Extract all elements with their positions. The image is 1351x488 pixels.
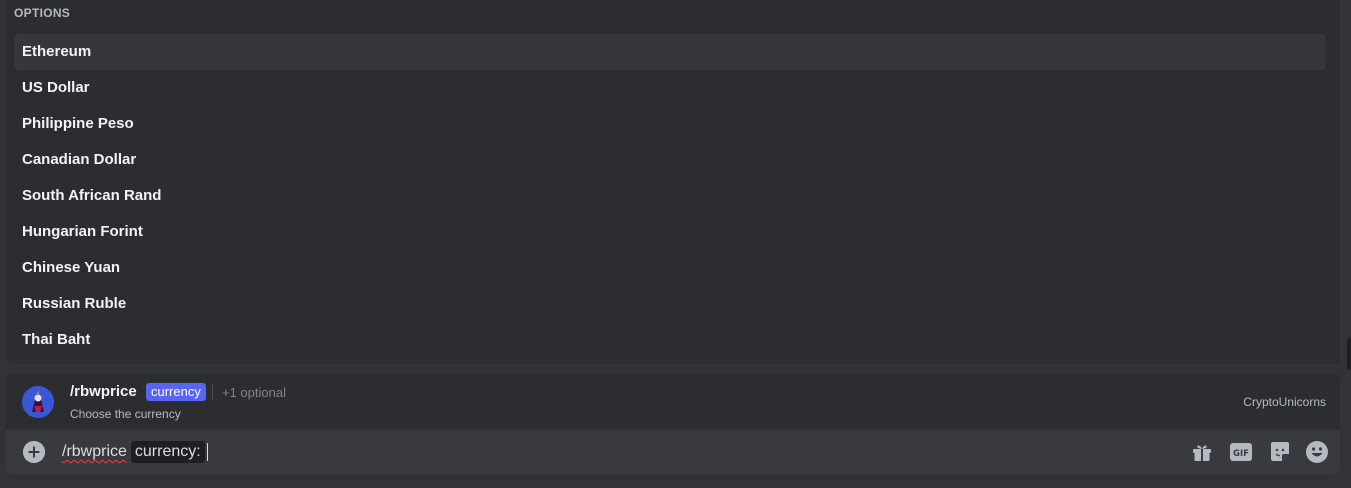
gift-icon[interactable] — [1190, 440, 1214, 464]
message-input[interactable]: /rbwprice currency: — [62, 441, 208, 463]
text-caret — [206, 442, 208, 461]
divider — [212, 384, 213, 400]
input-option-chip[interactable]: currency: — [130, 441, 205, 463]
chat-input[interactable]: /rbwprice currency: GIF — [6, 430, 1340, 474]
option-item-thai-baht[interactable]: Thai Baht — [14, 322, 1326, 358]
svg-text:GIF: GIF — [1233, 449, 1249, 459]
scrollbar-thumb[interactable] — [1347, 338, 1351, 370]
optional-count: +1 optional — [222, 385, 286, 400]
options-header: OPTIONS — [14, 6, 71, 20]
option-item-south-african-rand[interactable]: South African Rand — [14, 178, 1326, 214]
option-item-hungarian-forint[interactable]: Hungarian Forint — [14, 214, 1326, 250]
option-list: Ethereum US Dollar Philippine Peso Canad… — [14, 34, 1326, 358]
gif-icon[interactable]: GIF — [1229, 440, 1253, 464]
command-name: /rbwprice — [70, 383, 137, 400]
options-panel: OPTIONS Ethereum US Dollar Philippine Pe… — [6, 0, 1340, 364]
option-item-philippine-peso[interactable]: Philippine Peso — [14, 106, 1326, 142]
option-item-us-dollar[interactable]: US Dollar — [14, 70, 1326, 106]
emoji-icon[interactable] — [1305, 440, 1329, 464]
plus-circle-icon[interactable] — [23, 441, 45, 463]
command-suggestion[interactable]: /rbwprice currency +1 optional Choose th… — [6, 374, 1340, 430]
input-command-text: /rbwprice — [62, 443, 127, 460]
app-avatar — [22, 386, 54, 418]
sticker-icon[interactable] — [1268, 440, 1292, 464]
option-item-chinese-yuan[interactable]: Chinese Yuan — [14, 250, 1326, 286]
command-description: Choose the currency — [70, 407, 181, 421]
option-item-russian-ruble[interactable]: Russian Ruble — [14, 286, 1326, 322]
required-option-pill: currency — [146, 383, 206, 401]
app-name: CryptoUnicorns — [1243, 395, 1326, 409]
option-item-ethereum[interactable]: Ethereum — [14, 34, 1326, 70]
option-item-canadian-dollar[interactable]: Canadian Dollar — [14, 142, 1326, 178]
